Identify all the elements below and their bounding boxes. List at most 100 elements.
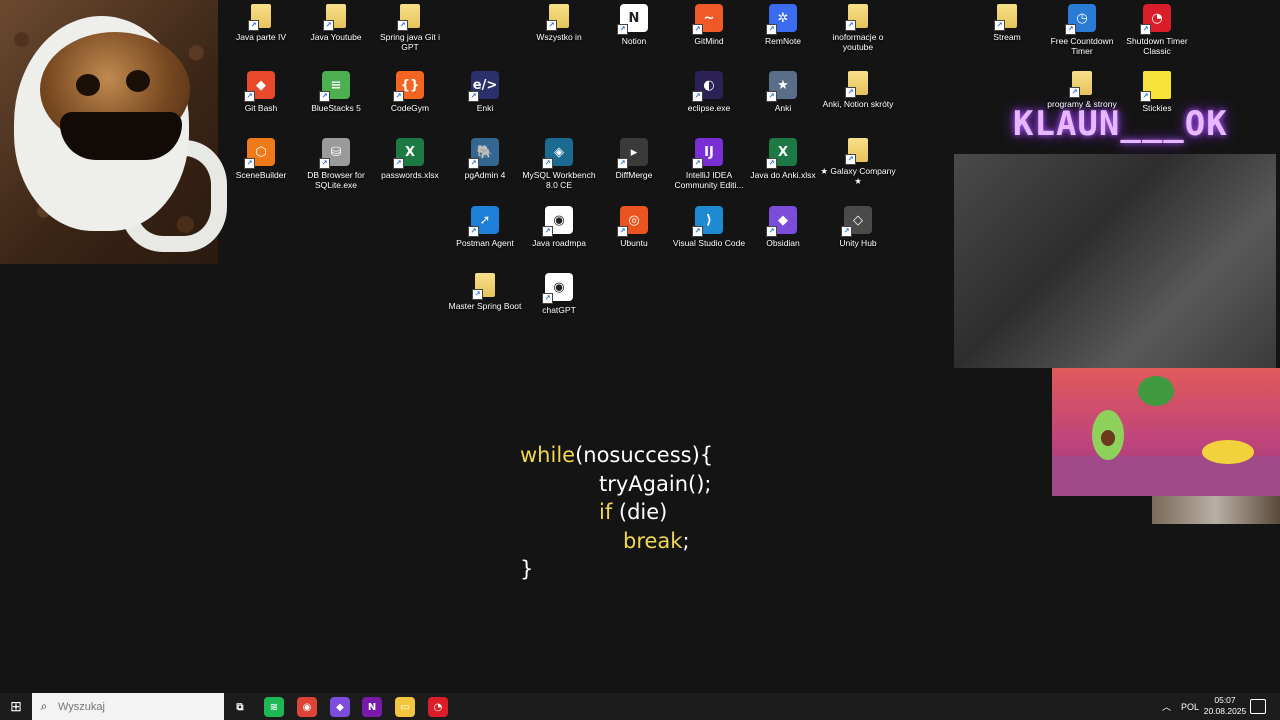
- desktop-icon-label: Notion: [621, 36, 647, 46]
- animated-vegetables-gif: [1052, 368, 1280, 496]
- desktop-icon-master-spring-boot[interactable]: ↗ Master Spring Boot: [447, 273, 523, 311]
- code-line: break;: [623, 528, 690, 553]
- folder-icon: ↗: [994, 4, 1017, 31]
- desktop-icon-java-do-anki-xlsx[interactable]: X ↗ Java do Anki.xlsx: [745, 138, 821, 180]
- desktop-icon-bluestacks-5[interactable]: ≡ ↗ BlueStacks 5: [298, 71, 374, 113]
- spotify-icon: ≋: [269, 701, 279, 713]
- desktop-icon-shutdown-timer-classic[interactable]: ◔ ↗ Shutdown Timer Classic: [1119, 4, 1195, 56]
- taskbar-app-file-explorer[interactable]: ▭: [395, 697, 415, 717]
- code-line: tryAgain();: [599, 471, 712, 496]
- shortcut-arrow-icon: ↗: [766, 24, 777, 35]
- task-view-icon: ⧉: [236, 701, 244, 713]
- notion-icon: N ↗: [617, 4, 648, 35]
- gitmind-icon: ~ ↗: [692, 4, 723, 35]
- shortcut-arrow-icon: ↗: [542, 226, 553, 237]
- desktop-icon-mysql-workbench[interactable]: ◈ ↗ MySQL Workbench 8.0 CE: [521, 138, 597, 190]
- desktop-icon-passwords-xlsx[interactable]: X ↗ passwords.xlsx: [372, 138, 448, 180]
- desktop-icon-pgadmin-4[interactable]: 🐘 ↗ pgAdmin 4: [447, 138, 523, 180]
- desktop-icon-label: Java parte IV: [235, 32, 287, 42]
- desktop-icon-notion[interactable]: N ↗ Notion: [596, 4, 672, 46]
- taskbar-app-onenote[interactable]: N: [362, 697, 382, 717]
- unity-icon: ◇ ↗: [841, 206, 872, 237]
- eclipse-icon: ◐ ↗: [692, 71, 723, 102]
- show-hidden-icons-button[interactable]: ︿: [1162, 693, 1171, 720]
- desktop-icon-java-parte-iv[interactable]: ↗ Java parte IV: [223, 4, 299, 42]
- grayscale-photo-widget: [954, 154, 1276, 368]
- desktop-icon-intellij-idea[interactable]: IJ ↗ IntelliJ IDEA Community Editi...: [671, 138, 747, 190]
- timer-icon: ◔: [433, 701, 443, 713]
- shortcut-arrow-icon: ↗: [542, 293, 553, 304]
- coffee-cup-wallpaper: [0, 0, 227, 264]
- desktop-icon-stickies[interactable]: ↗ Stickies: [1119, 71, 1195, 113]
- shortcut-arrow-icon: ↗: [845, 154, 856, 165]
- shortcut-arrow-icon: ↗: [766, 91, 777, 102]
- ubuntu-icon: ◎ ↗: [617, 206, 648, 237]
- desktop-icon-unity-hub[interactable]: ◇ ↗ Unity Hub: [820, 206, 896, 248]
- desktop-icon-label: Stickies: [1142, 103, 1172, 113]
- shortcut-arrow-icon: ↗: [1140, 91, 1151, 102]
- desktop-icon-stream[interactable]: ↗ Stream: [969, 4, 1045, 42]
- coffee-cup: [14, 16, 190, 231]
- shortcut-arrow-icon: ↗: [393, 91, 404, 102]
- shortcut-arrow-icon: ↗: [1069, 87, 1080, 98]
- mysql-workbench-icon: ◈ ↗: [542, 138, 573, 169]
- shutdown-timer-icon: ◔ ↗: [1140, 4, 1171, 35]
- desktop-icon-galaxy-company[interactable]: ↗ ★ Galaxy Company ★: [820, 138, 896, 186]
- desktop-icon-scenebuilder[interactable]: ⬡ ↗ SceneBuilder: [223, 138, 299, 180]
- taskbar-search[interactable]: ⌕: [32, 693, 224, 720]
- shortcut-arrow-icon: ↗: [766, 226, 777, 237]
- desktop-icon-chatgpt[interactable]: ◉ ↗ chatGPT: [521, 273, 597, 315]
- stopwatch-icon: ◷ ↗: [1065, 4, 1096, 35]
- desktop-icon-codegym[interactable]: {} ↗ CodeGym: [372, 71, 448, 113]
- desktop-icon-label: GitMind: [694, 36, 724, 46]
- desktop-icon-anki-notion-skroty[interactable]: ↗ Anki, Notion skróty: [820, 71, 896, 109]
- desktop-icon-anki[interactable]: ★ ↗ Anki: [745, 71, 821, 113]
- desktop-icon-spring-java-git-gpt[interactable]: ↗ Spring java Git i GPT: [372, 4, 448, 52]
- shortcut-arrow-icon: ↗: [244, 158, 255, 169]
- taskbar-app-timer-app[interactable]: ◔: [428, 697, 448, 717]
- desktop-icon-inoformacje-youtube[interactable]: ↗ inoformacje o youtube: [820, 4, 896, 52]
- desktop-icon-remnote[interactable]: ✲ ↗ RemNote: [745, 4, 821, 46]
- taskbar-app-obsidian[interactable]: ◆: [330, 697, 350, 717]
- desktop-icon-label: Free Countdown Timer: [1050, 36, 1114, 56]
- taskbar-app-task-view[interactable]: ⧉: [230, 697, 250, 717]
- desktop-icon-label: Stream: [993, 32, 1021, 42]
- search-input[interactable]: [56, 699, 210, 714]
- desktop-icon-java-youtube[interactable]: ↗ Java Youtube: [298, 4, 374, 42]
- chrome-icon: ◉ ↗: [542, 206, 573, 237]
- shortcut-arrow-icon: ↗: [692, 91, 703, 102]
- desktop-icon-label: RemNote: [765, 36, 801, 46]
- folder-icon: ↗: [472, 273, 495, 300]
- desktop-icon-label: BlueStacks 5: [311, 103, 361, 113]
- start-button[interactable]: ⊞: [0, 693, 32, 720]
- desktop-icon-free-countdown-timer[interactable]: ◷ ↗ Free Countdown Timer: [1044, 4, 1120, 56]
- shortcut-arrow-icon: ↗: [692, 24, 703, 35]
- desktop-icon-label: Shutdown Timer Classic: [1126, 36, 1188, 56]
- desktop-icon-gitmind[interactable]: ~ ↗ GitMind: [671, 4, 747, 46]
- desktop-icon-git-bash[interactable]: ◆ ↗ Git Bash: [223, 71, 299, 113]
- system-clock[interactable]: 05:07 20.08.2025: [1196, 695, 1254, 717]
- desktop-icon-diffmerge[interactable]: ▸ ↗ DiffMerge: [596, 138, 672, 180]
- desktop-icon-label: programy & strony: [1047, 99, 1117, 109]
- shortcut-arrow-icon: ↗: [319, 91, 330, 102]
- shortcut-arrow-icon: ↗: [393, 158, 404, 169]
- desktop-icon-obsidian[interactable]: ◆ ↗ Obsidian: [745, 206, 821, 248]
- desktop-icon-programy-strony[interactable]: ↗ programy & strony: [1044, 71, 1120, 109]
- desktop-icon-db-browser-sqlite[interactable]: ⛁ ↗ DB Browser for SQLite.exe: [298, 138, 374, 190]
- desktop-icon-postman-agent[interactable]: ➚ ↗ Postman Agent: [447, 206, 523, 248]
- desktop-icon-label: Master Spring Boot: [448, 301, 522, 311]
- taskbar-app-chrome[interactable]: ◉: [297, 697, 317, 717]
- desktop-icon-eclipse-exe[interactable]: ◐ ↗ eclipse.exe: [671, 71, 747, 113]
- notification-center-icon[interactable]: [1250, 699, 1266, 714]
- desktop-icon-label: IntelliJ IDEA Community Editi...: [674, 170, 744, 190]
- banana-character: [1202, 440, 1254, 464]
- onenote-icon: N: [367, 701, 377, 713]
- desktop-icon-visual-studio-code[interactable]: ⟩ ↗ Visual Studio Code: [671, 206, 747, 248]
- desktop-icon-wszystko-in[interactable]: ↗ Wszystko in: [521, 4, 597, 42]
- taskbar-app-spotify[interactable]: ≋: [264, 697, 284, 717]
- desktop-icon-java-roadmpa[interactable]: ◉ ↗ Java roadmpa: [521, 206, 597, 248]
- desktop-icon-enki[interactable]: e/> ↗ Enki: [447, 71, 523, 113]
- pgadmin-icon: 🐘 ↗: [468, 138, 499, 169]
- desktop-icon-label: Wszystko in: [536, 32, 582, 42]
- desktop-icon-ubuntu[interactable]: ◎ ↗ Ubuntu: [596, 206, 672, 248]
